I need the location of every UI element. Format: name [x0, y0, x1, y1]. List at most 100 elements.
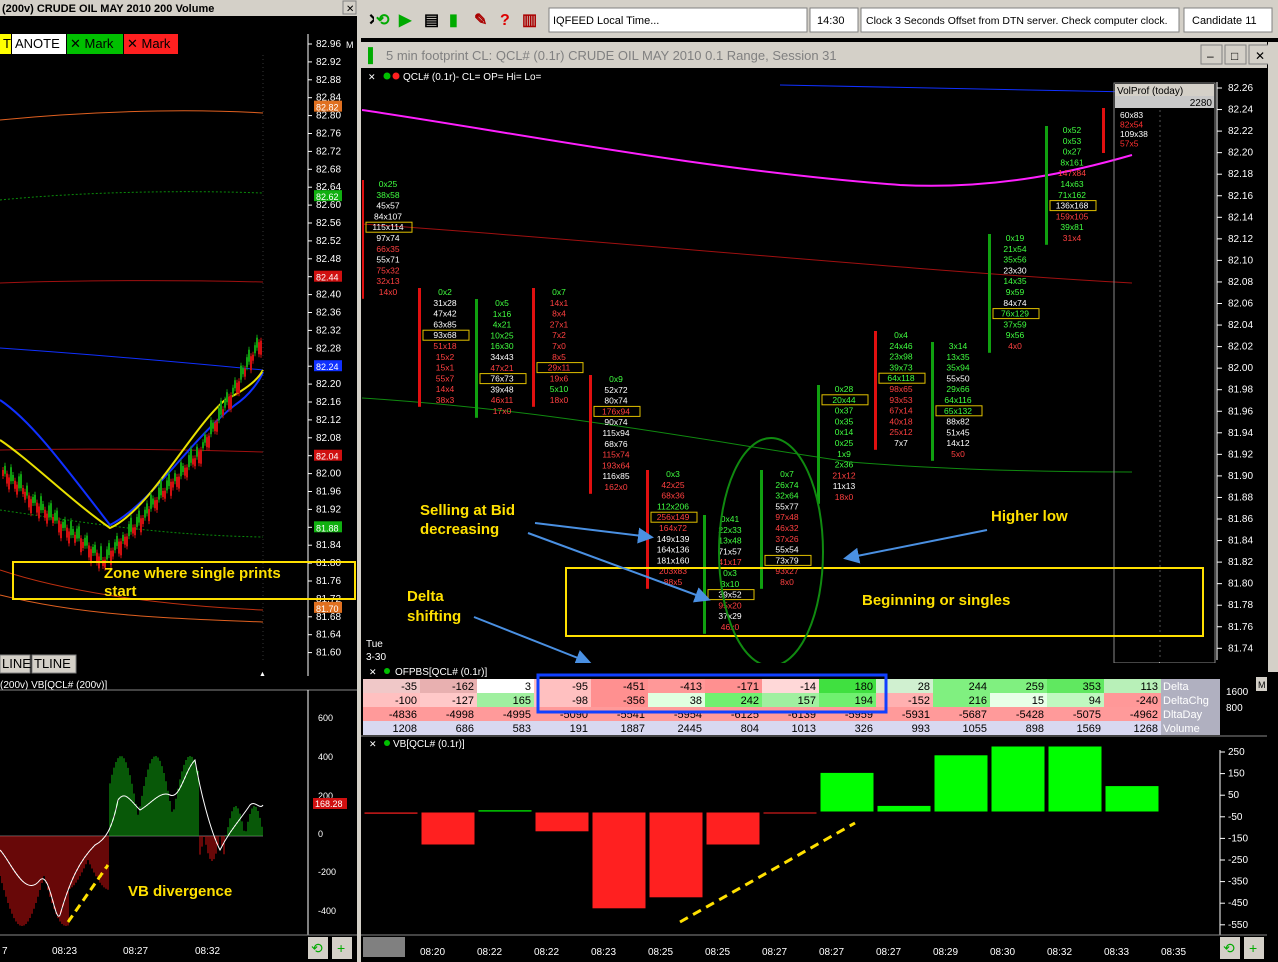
refresh-icon[interactable]: ⟲ — [376, 12, 390, 29]
play-icon[interactable]: ▶ — [398, 12, 412, 29]
refresh-icon[interactable]: ⟲ — [1223, 940, 1235, 956]
candle-body — [168, 474, 170, 487]
footprint-cell: 256x149 — [657, 512, 690, 522]
vb-bar — [705, 811, 761, 846]
candle-body — [32, 497, 34, 503]
vb-bar — [534, 811, 590, 833]
candle-body — [136, 516, 138, 527]
footprint-cell: 8x161 — [1060, 157, 1083, 167]
candle-body — [164, 490, 166, 499]
footprint-range-bar — [646, 470, 649, 589]
plus-icon[interactable]: + — [1249, 940, 1257, 956]
annotation-arrow — [534, 522, 654, 544]
candle-body — [214, 423, 216, 432]
close-vb-icon[interactable]: ✕ — [369, 739, 377, 749]
price-tick-label: 82.16 — [316, 397, 341, 408]
price-tick-label: 81.88 — [1228, 492, 1253, 503]
chart-icon[interactable]: ▥ — [522, 12, 537, 29]
plus-icon[interactable]: + — [337, 940, 345, 956]
footprint-cell: 37x26 — [775, 534, 798, 544]
delta-cell-value: 28 — [918, 681, 930, 693]
scroll-thumb[interactable] — [363, 937, 405, 957]
footprint-cell: 164x72 — [659, 523, 687, 533]
candle-body — [216, 421, 218, 432]
status-dot-icon — [384, 668, 390, 674]
chart-tool-button-label[interactable]: ✕ Mark — [70, 36, 114, 51]
volume-profile-cell: 57x5 — [1120, 139, 1139, 149]
footprint-cell: 13x48 — [718, 536, 741, 546]
price-tick-label: 81.60 — [316, 648, 341, 659]
chart-tool-button-label[interactable]: ANOTE — [15, 36, 60, 51]
candle-body — [196, 446, 198, 457]
maximize-icon[interactable]: □ — [1231, 49, 1238, 63]
candle-body — [62, 522, 64, 528]
footprint-cell: 35x94 — [946, 363, 969, 373]
delta-cell-value: 993 — [912, 723, 930, 735]
print-icon[interactable]: ▤ — [424, 12, 439, 29]
vb-bar — [933, 754, 989, 813]
chart-tab-label[interactable]: LINE — [2, 656, 31, 671]
candle-body — [84, 537, 86, 546]
footprint-cell: 0x41 — [721, 514, 740, 524]
footprint-cell: 7x0 — [552, 341, 566, 351]
candle-body — [130, 517, 132, 532]
footprint-range-bar — [532, 288, 535, 407]
candle-body — [78, 526, 80, 539]
close-delta-icon[interactable]: ✕ — [369, 667, 377, 677]
delta-cell-value: -5075 — [1073, 709, 1101, 721]
left-chart-pane: (200v) CRUDE OIL MAY 2010 200 Volume ✕ T AN… — [0, 0, 358, 959]
trash-icon[interactable]: ▮ — [449, 12, 458, 29]
axis-mode-label[interactable]: M — [1258, 680, 1266, 690]
delta-cell-value: -171 — [737, 681, 759, 693]
price-tick-label: 81.96 — [316, 487, 341, 498]
help-icon[interactable]: ? — [500, 12, 510, 29]
vb-title-bar — [361, 735, 1267, 749]
price-tick-label: 82.08 — [316, 433, 341, 444]
delta-cell-value: 165 — [513, 695, 531, 707]
close-subchart-icon[interactable]: ✕ — [368, 72, 376, 82]
price-tag-label: 81.88 — [316, 523, 339, 533]
candle-body — [54, 512, 56, 521]
price-tick-label: 81.84 — [1228, 536, 1253, 547]
candle-body — [228, 396, 230, 409]
candle-body — [242, 368, 244, 375]
footprint-cell: 10x25 — [490, 330, 513, 340]
price-tick-label: 81.90 — [1228, 471, 1253, 482]
delta-cell-value: 216 — [969, 695, 987, 707]
footprint-cell: 32x64 — [775, 491, 798, 501]
footprint-cell: 55x50 — [946, 373, 969, 383]
price-tick-label: 82.12 — [316, 415, 341, 426]
magenta-ma — [362, 109, 1133, 187]
edit-icon[interactable]: ✎ — [474, 12, 487, 29]
delta-cell-value: -14 — [800, 681, 816, 693]
zone-annotation-line1: Zone where single prints — [104, 565, 281, 582]
footprint-cell: 55x71 — [376, 255, 399, 265]
footprint-cell: 90x74 — [604, 417, 627, 427]
minimize-icon[interactable]: – — [1207, 49, 1214, 63]
candle-body — [24, 491, 26, 500]
red-band-upper — [0, 280, 264, 284]
chart-tool-button-label[interactable]: ✕ Mark — [127, 36, 171, 51]
delta-cell-value: -413 — [680, 681, 702, 693]
candle-body — [158, 487, 160, 500]
footprint-range-bar — [703, 515, 706, 634]
time-tick-label: 08:30 — [990, 947, 1015, 958]
footprint-cell: 7x7 — [894, 438, 908, 448]
right-scrollbar[interactable] — [1268, 42, 1278, 672]
candle-body — [108, 543, 110, 556]
vb-bar — [876, 804, 932, 813]
chart-tab-label[interactable]: TLINE — [34, 656, 71, 671]
footprint-range-bar — [931, 342, 934, 461]
close-icon[interactable]: ✕ — [1255, 49, 1265, 63]
annotation-singles: Beginning or singles — [862, 592, 1010, 609]
close-icon[interactable]: ✕ — [346, 4, 354, 15]
candle-body — [118, 541, 120, 554]
window-icon: ▌ — [368, 47, 378, 65]
time-tick-label: 08:32 — [195, 946, 220, 957]
vb-tick-label: 150 — [1228, 769, 1245, 780]
refresh-icon[interactable]: ⟲ — [311, 940, 323, 956]
footprint-cell: 14x12 — [946, 438, 969, 448]
price-tick-label: 82.68 — [316, 164, 341, 175]
chart-tool-button-label[interactable]: T — [3, 36, 11, 51]
pane-splitter[interactable] — [357, 0, 361, 962]
